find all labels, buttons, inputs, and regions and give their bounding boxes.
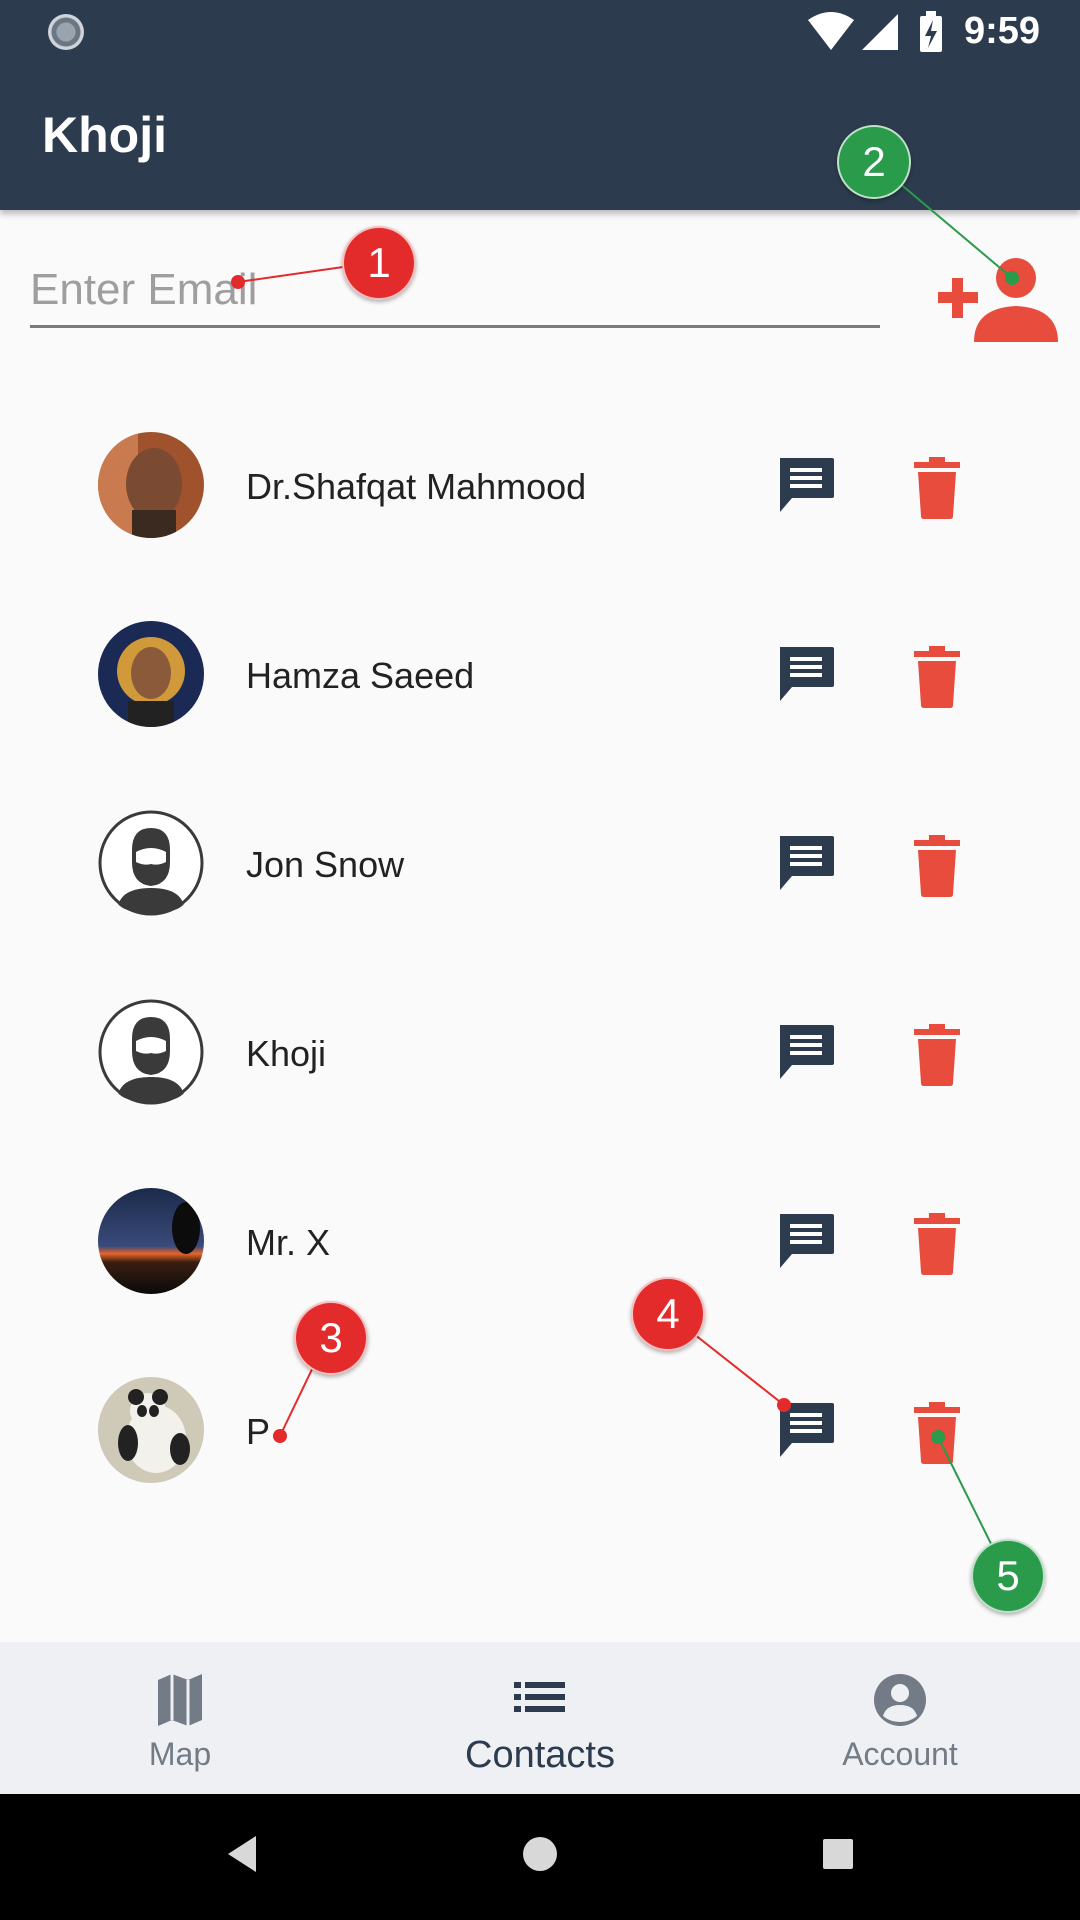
trash-icon (914, 1024, 960, 1086)
contact-name: P (246, 1411, 271, 1452)
trash-icon (914, 457, 960, 519)
nav-item-account[interactable]: Account (720, 1642, 1080, 1794)
delete-button[interactable] (912, 1212, 962, 1276)
contact-row[interactable]: Dr.Shafqat Mahmood (0, 420, 1080, 609)
avatar (98, 621, 204, 727)
message-icon (780, 458, 834, 512)
contact-name: Dr.Shafqat Mahmood (246, 466, 587, 507)
marker-5-anchor (931, 1430, 945, 1444)
recents-icon[interactable] (820, 1832, 856, 1876)
list-icon (514, 1682, 565, 1712)
nav-item-contacts[interactable]: Contacts (360, 1642, 720, 1794)
message-button[interactable] (776, 645, 836, 705)
delete-button[interactable] (912, 834, 962, 898)
battery-charging-icon (920, 11, 942, 52)
add-person-icon (938, 258, 1058, 342)
message-icon (780, 647, 834, 701)
system-navigation-bar (0, 1794, 1080, 1920)
avatar (98, 432, 204, 538)
contact-name: Khoji (246, 1033, 327, 1074)
marker-1-anchor (231, 275, 245, 289)
contact-row[interactable]: Mr. X (0, 1176, 1080, 1365)
contact-name: Jon Snow (246, 844, 405, 885)
annotation-marker-4: 4 (631, 1277, 705, 1351)
trash-icon (914, 835, 960, 897)
page-title: Khoji (42, 107, 167, 163)
map-icon (158, 1674, 202, 1726)
marker-3-anchor (273, 1429, 287, 1443)
trash-icon (914, 1213, 960, 1275)
annotation-marker-3: 3 (294, 1301, 368, 1375)
signal-icon (862, 14, 898, 50)
message-icon (780, 1025, 834, 1079)
contact-list: Dr.Shafqat Mahmood Hamza Saeed Jon Snow … (0, 420, 1080, 1554)
home-icon[interactable] (520, 1832, 560, 1876)
default-avatar-icon (98, 999, 204, 1105)
annotation-marker-5: 5 (971, 1539, 1045, 1613)
email-input[interactable] (30, 255, 880, 328)
annotation-marker-1: 1 (342, 226, 416, 300)
delete-button[interactable] (912, 1023, 962, 1087)
contact-row[interactable]: Khoji (0, 987, 1080, 1176)
status-bar: 9:59 (0, 0, 1080, 62)
contact-name: Hamza Saeed (246, 655, 475, 696)
message-button[interactable] (776, 456, 836, 516)
contact-name: Mr. X (246, 1222, 331, 1263)
delete-button[interactable] (912, 456, 962, 520)
trash-icon (914, 646, 960, 708)
avatar (98, 1377, 204, 1483)
bottom-navigation: Map Contacts Account (0, 1642, 1080, 1794)
message-icon (780, 836, 834, 890)
marker-4-anchor (777, 1398, 791, 1412)
message-button[interactable] (776, 1023, 836, 1083)
back-icon[interactable] (224, 1832, 260, 1876)
marker-2-anchor (1005, 271, 1019, 285)
annotation-marker-2: 2 (837, 125, 911, 199)
app-bar: Khoji (0, 62, 1080, 210)
message-button[interactable] (776, 1212, 836, 1272)
nav-label-contacts: Contacts (465, 1734, 615, 1776)
nav-item-map[interactable]: Map (0, 1642, 360, 1794)
add-contact-button[interactable] (930, 248, 1060, 348)
nav-label-map: Map (148, 1736, 212, 1772)
account-circle-icon (874, 1674, 926, 1726)
loading-indicator-icon (48, 14, 84, 50)
contact-row[interactable]: Jon Snow (0, 798, 1080, 987)
contact-row[interactable]: P (0, 1365, 1080, 1554)
nav-label-account: Account (842, 1736, 958, 1772)
message-button[interactable] (776, 834, 836, 894)
wifi-icon (808, 12, 854, 50)
clock: 9:59 (964, 10, 1041, 52)
contact-row[interactable]: Hamza Saeed (0, 609, 1080, 798)
message-icon (780, 1214, 834, 1268)
delete-button[interactable] (912, 645, 962, 709)
default-avatar-icon (98, 810, 204, 916)
avatar (98, 1188, 204, 1294)
